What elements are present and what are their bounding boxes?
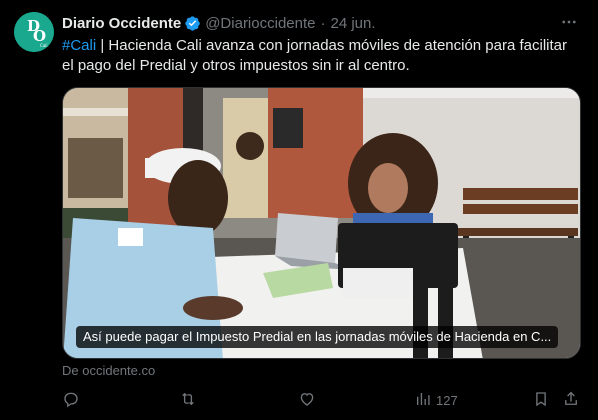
action-bar: 127 bbox=[62, 388, 582, 412]
diario-occidente-logo: D O Cali bbox=[14, 12, 54, 52]
tweet-text: #Cali | Hacienda Cali avanza con jornada… bbox=[62, 36, 582, 76]
avatar[interactable]: D O Cali bbox=[14, 12, 54, 52]
more-options-icon[interactable] bbox=[558, 11, 580, 33]
share-button[interactable] bbox=[562, 388, 580, 412]
reply-button[interactable] bbox=[62, 388, 80, 412]
hashtag-link[interactable]: #Cali bbox=[62, 37, 96, 54]
handle[interactable]: @Diarioccidente bbox=[205, 15, 315, 32]
link-card-image[interactable]: Así puede pagar el Impuesto Predial en l… bbox=[62, 87, 581, 359]
heart-icon bbox=[298, 390, 316, 411]
verified-badge-icon bbox=[184, 15, 201, 32]
card-source[interactable]: De occidente.co bbox=[62, 363, 155, 378]
tweet-header: Diario Occidente @Diarioccidente · 24 ju… bbox=[62, 13, 584, 33]
views-icon bbox=[414, 390, 432, 411]
tweet[interactable]: D O Cali Diario Occidente @Diarioccident… bbox=[0, 0, 598, 420]
tweet-date[interactable]: 24 jun. bbox=[330, 15, 375, 32]
retweet-button[interactable] bbox=[179, 388, 197, 412]
bookmark-icon bbox=[532, 390, 550, 411]
tweet-body: | Hacienda Cali avanza con jornadas móvi… bbox=[62, 37, 568, 74]
photo-scene bbox=[63, 88, 580, 358]
views-count: 127 bbox=[436, 392, 458, 408]
retweet-icon bbox=[179, 390, 197, 411]
separator-dot: · bbox=[320, 14, 326, 32]
display-name[interactable]: Diario Occidente bbox=[62, 15, 181, 32]
views-button[interactable]: 127 bbox=[414, 388, 458, 412]
bookmark-button[interactable] bbox=[532, 388, 550, 412]
share-icon bbox=[562, 390, 580, 411]
reply-icon bbox=[62, 390, 80, 411]
logo-subtext: Cali bbox=[40, 43, 47, 48]
card-caption: Así puede pagar el Impuesto Predial en l… bbox=[76, 326, 559, 348]
like-button[interactable] bbox=[298, 388, 316, 412]
